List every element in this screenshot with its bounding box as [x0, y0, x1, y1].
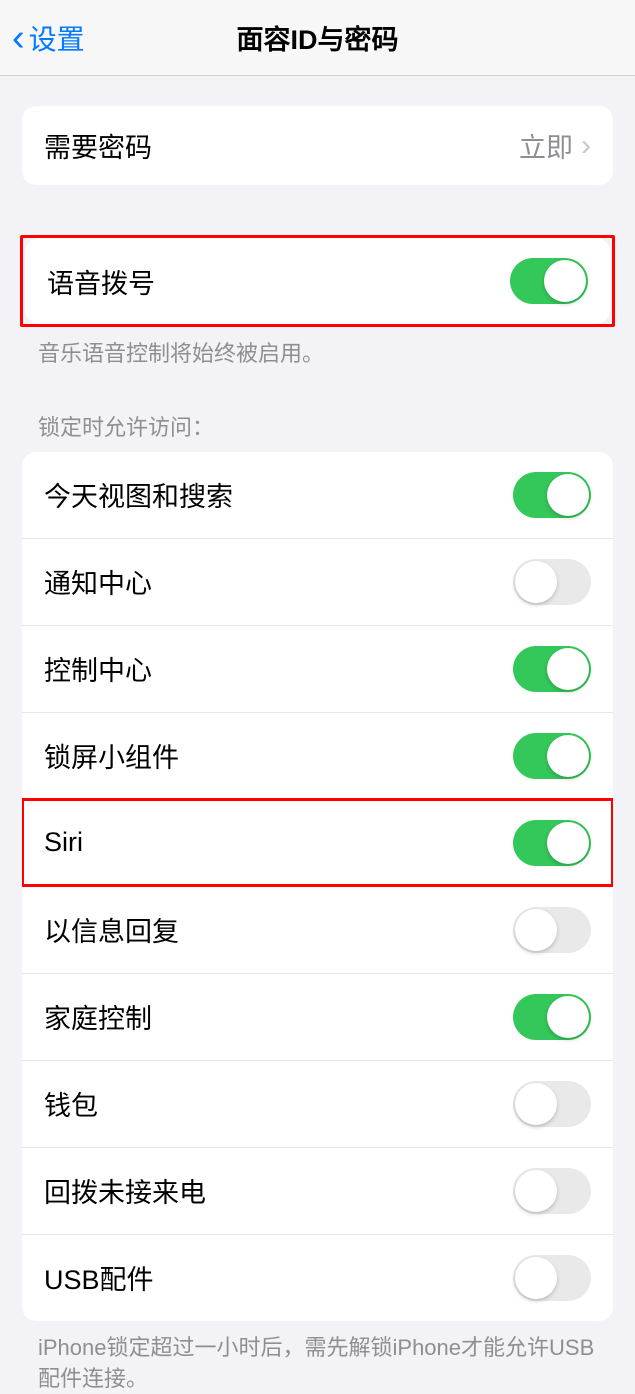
row-label: 回拨未接来电: [44, 1171, 206, 1210]
lock-access-row: 以信息回复: [22, 886, 613, 973]
toggle[interactable]: [513, 1168, 591, 1214]
toggle[interactable]: [513, 907, 591, 953]
toggle[interactable]: [513, 646, 591, 692]
chevron-left-icon: ‹: [12, 19, 25, 57]
row-label: 以信息回复: [44, 910, 179, 949]
row-label: 控制中心: [44, 649, 152, 688]
row-label: 语音拨号: [47, 262, 155, 301]
lock-access-row: 锁屏小组件: [22, 712, 613, 799]
page-title: 面容ID与密码: [237, 18, 399, 57]
toggle[interactable]: [513, 820, 591, 866]
voice-dial-footnote: 音乐语音控制将始终被启用。: [0, 327, 635, 370]
row-label: 钱包: [44, 1084, 98, 1123]
row-label: 家庭控制: [44, 997, 152, 1036]
toggle-knob: [544, 260, 586, 302]
toggle-knob: [547, 474, 589, 516]
toggle-knob: [547, 822, 589, 864]
toggle-knob: [515, 1083, 557, 1125]
row-label: 通知中心: [44, 562, 152, 601]
lock-access-row: 控制中心: [22, 625, 613, 712]
highlight-voice-dial: 语音拨号: [20, 235, 615, 327]
toggle-knob: [515, 1257, 557, 1299]
lock-access-row: 今天视图和搜索: [22, 452, 613, 538]
toggle-knob: [515, 561, 557, 603]
row-label: 今天视图和搜索: [44, 475, 233, 514]
row-label: USB配件: [44, 1258, 154, 1297]
toggle[interactable]: [513, 733, 591, 779]
toggle-knob: [547, 648, 589, 690]
nav-header: ‹ 设置 面容ID与密码: [0, 0, 635, 76]
lock-access-row: 家庭控制: [22, 973, 613, 1060]
back-button[interactable]: ‹ 设置: [0, 18, 85, 58]
toggle-knob: [515, 909, 557, 951]
toggle[interactable]: [513, 1255, 591, 1301]
toggle[interactable]: [513, 559, 591, 605]
row-label: 需要密码: [44, 126, 152, 165]
row-label: 锁屏小组件: [44, 736, 179, 775]
back-label: 设置: [29, 18, 85, 58]
lock-access-row: 钱包: [22, 1060, 613, 1147]
toggle[interactable]: [513, 1081, 591, 1127]
lock-access-row: 回拨未接来电: [22, 1147, 613, 1234]
lock-access-row: 通知中心: [22, 538, 613, 625]
lock-access-row: Siri: [22, 799, 613, 886]
toggle[interactable]: [513, 994, 591, 1040]
toggle-knob: [547, 996, 589, 1038]
lock-access-header: 锁定时允许访问：: [0, 410, 635, 452]
lock-access-footnote: iPhone锁定超过一小时后，需先解锁iPhone才能允许USB配件连接。: [0, 1321, 635, 1394]
row-value: 立即: [519, 126, 573, 165]
require-passcode-row[interactable]: 需要密码 立即 ›: [22, 106, 613, 185]
lock-access-row: USB配件: [22, 1234, 613, 1321]
lock-access-group: 今天视图和搜索通知中心控制中心锁屏小组件 Siri 以信息回复家庭控制钱包回拨未接来…: [22, 452, 613, 1321]
voice-dial-row: 语音拨号: [25, 238, 610, 324]
toggle-knob: [515, 1170, 557, 1212]
voice-dial-toggle[interactable]: [510, 258, 588, 304]
toggle-knob: [547, 735, 589, 777]
toggle[interactable]: [513, 472, 591, 518]
row-label: Siri: [44, 827, 83, 858]
chevron-right-icon: ›: [581, 129, 591, 163]
